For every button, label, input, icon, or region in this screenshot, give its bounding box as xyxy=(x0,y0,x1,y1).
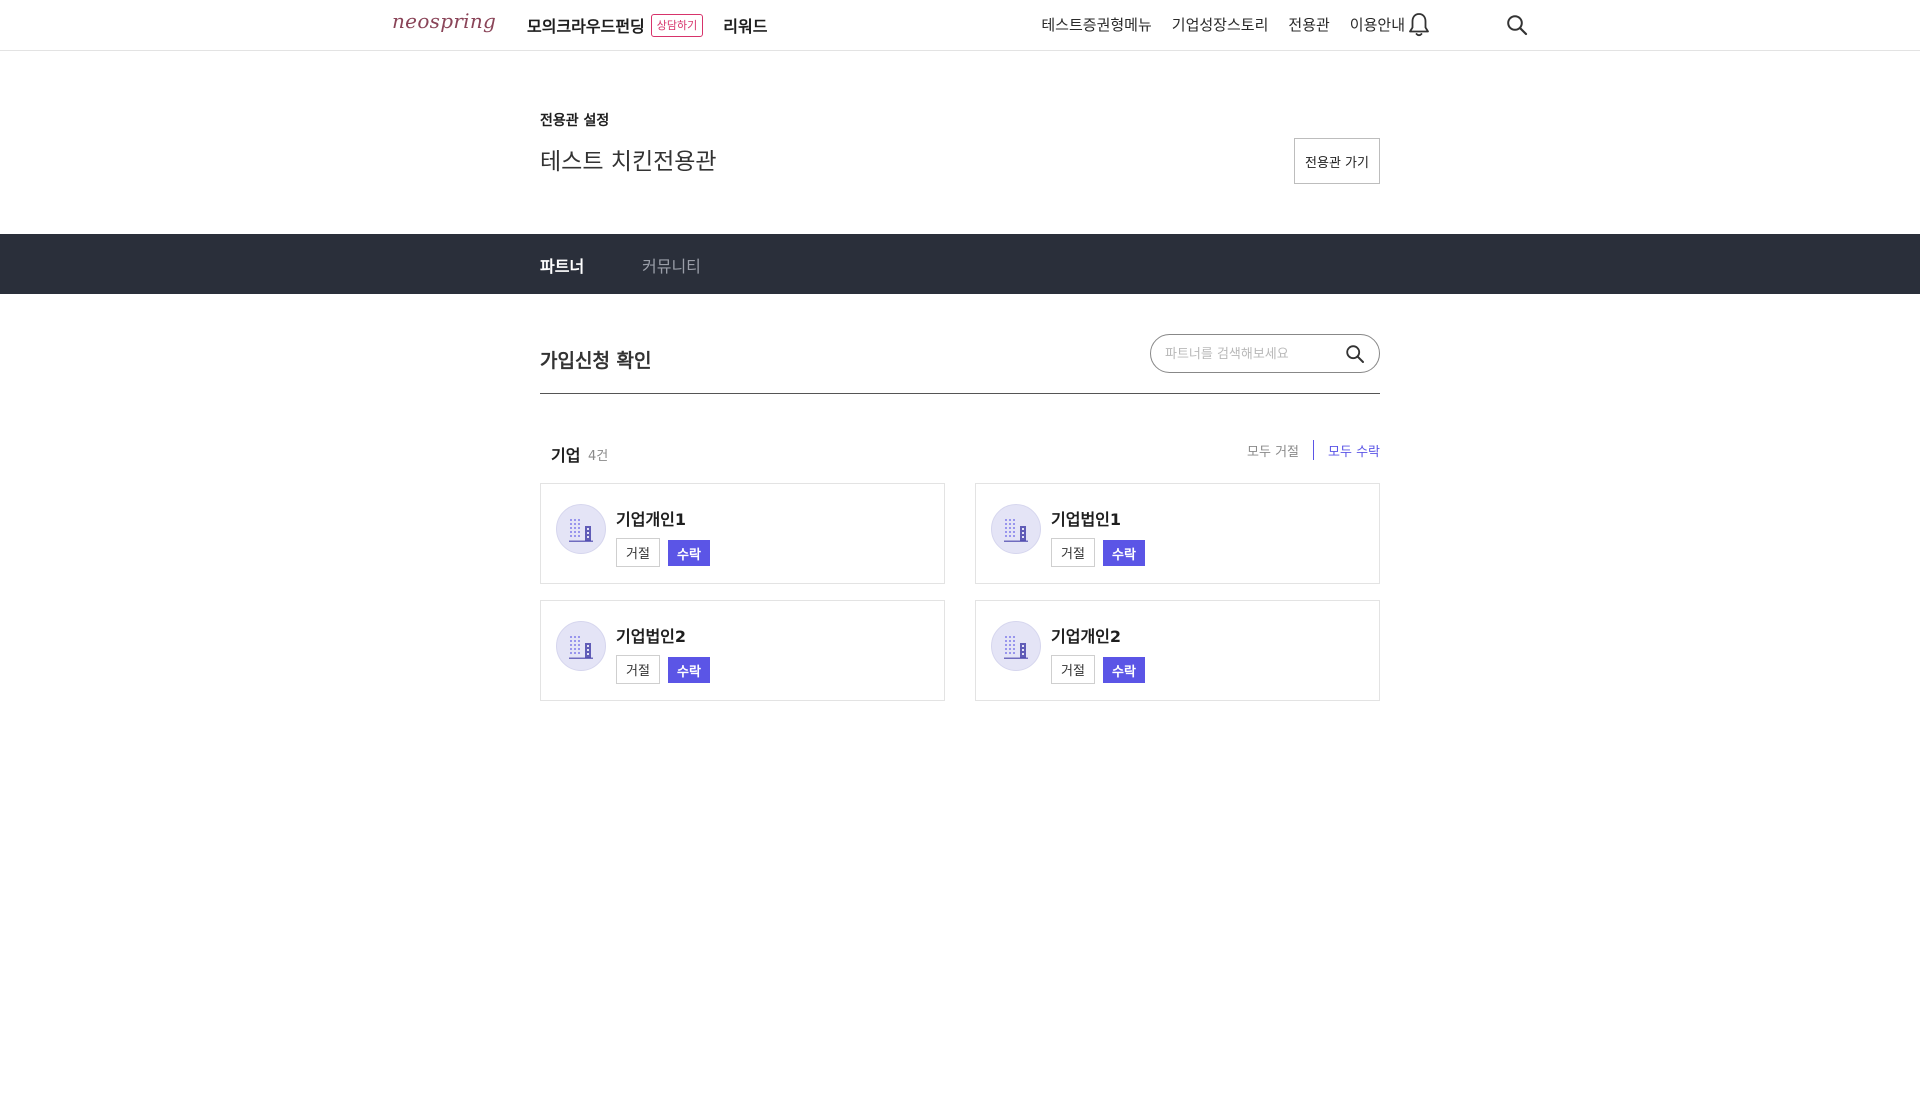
company-heading: 기업 xyxy=(551,446,581,465)
reject-all-button[interactable]: 모두 거절 xyxy=(1247,441,1299,460)
accept-button[interactable]: 수락 xyxy=(1103,657,1145,683)
reject-button[interactable]: 거절 xyxy=(616,538,660,567)
nav-link-exclusive-hall[interactable]: 전용관 xyxy=(1288,14,1329,35)
main-nav: 모의크라우드펀딩 상담하기 리워드 xyxy=(527,13,767,37)
building-icon xyxy=(991,621,1041,671)
partner-card: 기업개인1 거절 수락 xyxy=(540,483,945,584)
secondary-nav: 테스트증권형메뉴 기업성장스토리 전용관 이용안내 xyxy=(1041,14,1405,35)
top-navigation: neospring 모의크라우드펀딩 상담하기 리워드 테스트증권형메뉴 기업성… xyxy=(0,0,1920,51)
building-icon xyxy=(556,621,606,671)
section-title: 가입신청 확인 xyxy=(540,350,652,372)
building-icon xyxy=(556,504,606,554)
reject-button[interactable]: 거절 xyxy=(1051,655,1095,684)
accept-button[interactable]: 수락 xyxy=(1103,540,1145,566)
accept-button[interactable]: 수락 xyxy=(668,657,710,683)
nav-link-test-securities[interactable]: 테스트증권형메뉴 xyxy=(1041,14,1151,35)
reject-button[interactable]: 거절 xyxy=(1051,538,1095,567)
partner-name: 기업법인1 xyxy=(1051,510,1122,529)
bulk-actions: 모두 거절 모두 수락 xyxy=(1247,440,1380,460)
nav-link-mock-crowdfunding[interactable]: 모의크라우드펀딩 xyxy=(527,13,645,37)
company-count: 4건 xyxy=(588,449,609,464)
bell-icon[interactable] xyxy=(1408,12,1430,38)
accept-button[interactable]: 수락 xyxy=(668,540,710,566)
accept-all-button[interactable]: 모두 수락 xyxy=(1328,441,1380,460)
bulk-action-divider xyxy=(1313,440,1315,460)
partner-card: 기업법인2 거절 수락 xyxy=(540,600,945,701)
partner-name: 기업개인1 xyxy=(616,510,687,529)
partner-name: 기업개인2 xyxy=(1051,627,1122,646)
section-divider xyxy=(540,393,1380,394)
search-icon[interactable] xyxy=(1506,14,1528,36)
building-icon xyxy=(991,504,1041,554)
reject-button[interactable]: 거절 xyxy=(616,655,660,684)
page-title: 테스트 치킨전용관 xyxy=(540,149,717,175)
consult-badge[interactable]: 상담하기 xyxy=(650,13,704,37)
partner-card: 기업개인2 거절 수락 xyxy=(975,600,1380,701)
neospring-logo[interactable]: neospring xyxy=(392,9,496,33)
partner-search-box xyxy=(1150,334,1380,373)
tab-community[interactable]: 커뮤니티 xyxy=(642,253,701,277)
tab-partner[interactable]: 파트너 xyxy=(540,253,584,277)
settings-label: 전용관 설정 xyxy=(540,113,610,129)
exclusive-hall-header: 전용관 설정 테스트 치킨전용관 xyxy=(540,110,1380,176)
partner-card: 기업법인1 거절 수락 xyxy=(975,483,1380,584)
search-icon[interactable] xyxy=(1345,344,1365,364)
nav-link-rewards[interactable]: 리워드 xyxy=(723,13,767,37)
nav-link-growth-story[interactable]: 기업성장스토리 xyxy=(1172,14,1269,35)
partner-name: 기업법인2 xyxy=(616,627,687,646)
nav-link-guide[interactable]: 이용안내 xyxy=(1350,14,1405,35)
partner-search-input[interactable] xyxy=(1165,344,1335,364)
tab-bar: 파트너 커뮤니티 xyxy=(0,234,1920,294)
goto-exclusive-hall-button[interactable]: 전용관 가기 xyxy=(1294,138,1380,184)
